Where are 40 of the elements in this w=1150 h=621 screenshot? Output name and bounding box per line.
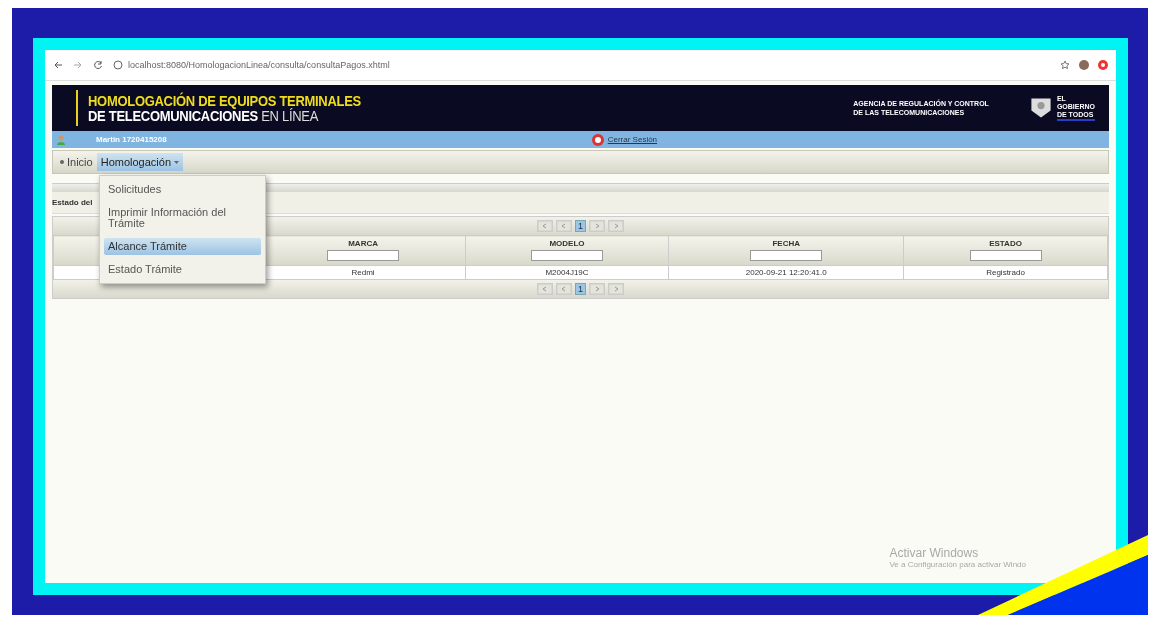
back-arrow-icon[interactable] <box>53 60 63 70</box>
avatar-icon[interactable] <box>1079 60 1089 70</box>
page-previous-icon[interactable] <box>556 220 572 232</box>
filter-field[interactable] <box>750 250 823 261</box>
user-name: Martin 1720415208 <box>96 135 167 144</box>
page-last-icon[interactable] <box>608 220 624 232</box>
url-text[interactable]: localhost:8080/HomologacionLinea/consulta/consultaPagos.xhtml <box>128 60 390 70</box>
filter-field[interactable] <box>969 250 1042 261</box>
column-header: MARCA <box>347 239 379 248</box>
filter-field[interactable] <box>531 250 603 261</box>
page-first-icon[interactable] <box>537 283 553 295</box>
dropdown-item[interactable]: Solicitudes <box>104 181 261 198</box>
menu-item[interactable]: Homologación <box>96 153 183 171</box>
activation-text: Ve a Configuración para activar Windo <box>889 560 1026 569</box>
column-header: ESTADO <box>988 239 1023 248</box>
column-header: FECHA <box>771 239 802 248</box>
page-first-icon[interactable] <box>537 220 553 232</box>
activation-title: Activar Windows <box>889 546 980 560</box>
star-icon[interactable] <box>1060 60 1070 70</box>
page-last-icon[interactable] <box>608 283 624 295</box>
filter-field[interactable] <box>327 250 400 261</box>
page-number[interactable]: 1 <box>575 220 586 232</box>
menu-item[interactable]: Inicio <box>56 153 97 171</box>
dropdown-item[interactable]: Imprimir Información del Trámite <box>104 204 261 232</box>
caret-icon <box>174 160 179 164</box>
coat-of-arms-icon <box>1028 96 1053 120</box>
dropdown-item[interactable]: Estado Trámite <box>104 261 261 278</box>
page-next-icon[interactable] <box>589 220 605 232</box>
logout-link[interactable]: Cerrar Sesión <box>607 135 658 144</box>
reload-icon[interactable] <box>93 60 103 70</box>
logout-icon <box>591 133 604 146</box>
info-icon <box>113 60 123 70</box>
dropdown-item[interactable]: Alcance Trámite <box>104 238 261 255</box>
extension-icon[interactable] <box>1098 60 1108 70</box>
user-icon <box>56 134 66 145</box>
page-number[interactable]: 1 <box>575 283 586 295</box>
page-next-icon[interactable] <box>589 283 605 295</box>
column-header: MODELO <box>548 239 586 248</box>
forward-arrow-icon[interactable] <box>73 60 83 70</box>
page-previous-icon[interactable] <box>556 283 572 295</box>
